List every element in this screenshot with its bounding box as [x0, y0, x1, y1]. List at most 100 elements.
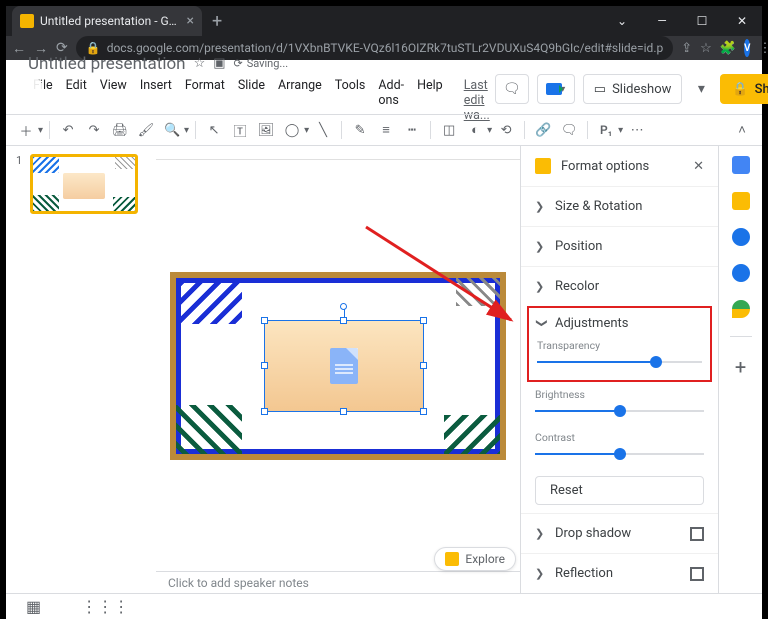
- doc-title[interactable]: Untitled presentation: [28, 54, 186, 74]
- transparency-slider[interactable]: [537, 354, 702, 370]
- chevron-right-icon: ❯: [535, 280, 545, 293]
- border-color-icon[interactable]: ✎: [348, 118, 372, 142]
- chevron-down-icon: ❯: [536, 319, 549, 329]
- slide-canvas[interactable]: [170, 272, 506, 460]
- slideshow-button[interactable]: ▭Slideshow: [583, 74, 683, 104]
- textbox-icon[interactable]: 🅃: [228, 118, 252, 142]
- filmstrip-view-icon[interactable]: ▦: [26, 597, 41, 616]
- comments-button[interactable]: 🗨: [495, 74, 529, 104]
- browser-titlebar: Untitled presentation - Google Sl × + ⌄ …: [6, 6, 762, 36]
- border-weight-icon[interactable]: ≡: [374, 118, 398, 142]
- contacts-icon[interactable]: [732, 264, 750, 282]
- shape-icon[interactable]: ◯: [280, 118, 304, 142]
- window-maximize-icon[interactable]: ☐: [682, 6, 722, 36]
- tasks-icon[interactable]: [732, 228, 750, 246]
- replace-image-icon[interactable]: ⟲: [494, 118, 518, 142]
- toolbar: ＋▾ ↶ ↷ 🖨 🖌 🔍▾ ↖ 🅃 🖼 ◯▾ ╲ ✎ ≡ ┅ ◫ ◐▾ ⟲ 🔗 …: [6, 114, 762, 146]
- explore-button[interactable]: Explore: [434, 547, 516, 571]
- resize-handle[interactable]: [420, 408, 427, 415]
- brightness-slider[interactable]: [535, 403, 704, 419]
- camera-icon: [546, 83, 562, 95]
- undo-icon[interactable]: ↶: [56, 118, 80, 142]
- transparency-label: Transparency: [537, 339, 702, 352]
- selected-image[interactable]: [264, 320, 424, 412]
- paint-format-icon[interactable]: 🖌: [134, 118, 158, 142]
- star-doc-icon[interactable]: ☆: [194, 56, 206, 71]
- extensions-icon[interactable]: 🧩: [720, 41, 736, 56]
- resize-handle[interactable]: [340, 317, 347, 324]
- resize-handle[interactable]: [420, 362, 427, 369]
- section-adjustments[interactable]: ❯Adjustments: [537, 316, 702, 331]
- chevron-right-icon: ❯: [535, 200, 545, 213]
- image-icon[interactable]: 🖼: [254, 118, 278, 142]
- profile-avatar[interactable]: V: [744, 39, 751, 57]
- grid-view-icon[interactable]: ⋮⋮⋮: [81, 597, 129, 616]
- redo-icon[interactable]: ↷: [82, 118, 106, 142]
- share-page-icon[interactable]: ⇪: [681, 41, 692, 56]
- kebab-menu-icon[interactable]: ⋮: [758, 41, 768, 56]
- share-button[interactable]: 🔒Share: [720, 74, 768, 104]
- move-doc-icon[interactable]: ▣: [213, 56, 225, 71]
- back-icon[interactable]: ←: [12, 40, 26, 57]
- resize-handle[interactable]: [261, 362, 268, 369]
- format-options-panel: Format options ✕ ❯Size & Rotation ❯Posit…: [520, 146, 718, 593]
- close-panel-icon[interactable]: ✕: [693, 159, 704, 174]
- saving-status: ⟳Saving...: [234, 57, 289, 70]
- tab-title: Untitled presentation - Google Sl: [40, 14, 181, 28]
- slides-favicon: [20, 14, 34, 28]
- reflection-checkbox[interactable]: [690, 567, 704, 581]
- new-slide-icon[interactable]: ＋: [14, 118, 38, 142]
- select-tool-icon[interactable]: ↖: [202, 118, 226, 142]
- speaker-notes[interactable]: Click to add speaker notes: [156, 571, 520, 593]
- print-icon[interactable]: 🖨: [108, 118, 132, 142]
- keep-icon[interactable]: [732, 192, 750, 210]
- explore-icon: [445, 552, 459, 566]
- collapse-toolbar-icon[interactable]: ˄: [730, 118, 754, 142]
- slideshow-dropdown[interactable]: ▾: [690, 74, 712, 104]
- section-size-rotation[interactable]: ❯Size & Rotation: [521, 186, 718, 226]
- lock-icon: 🔒: [732, 82, 748, 97]
- resize-handle[interactable]: [420, 317, 427, 324]
- brightness-label: Brightness: [535, 388, 704, 401]
- mask-icon[interactable]: ◐: [463, 118, 487, 142]
- section-position[interactable]: ❯Position: [521, 226, 718, 266]
- section-adjustments-highlighted: ❯Adjustments Transparency: [527, 306, 712, 382]
- more-tools-icon[interactable]: ⋯: [625, 118, 649, 142]
- browser-tab[interactable]: Untitled presentation - Google Sl ×: [12, 6, 202, 36]
- resize-handle[interactable]: [261, 408, 268, 415]
- comment-icon[interactable]: 🗨: [557, 118, 581, 142]
- border-dash-icon[interactable]: ┅: [400, 118, 424, 142]
- drop-shadow-checkbox[interactable]: [690, 527, 704, 541]
- close-tab-icon[interactable]: ×: [187, 13, 194, 29]
- slide-thumbnail-1[interactable]: [30, 154, 138, 214]
- paragraph-styles[interactable]: P₁: [594, 118, 618, 142]
- meet-button[interactable]: ▾: [537, 74, 575, 104]
- link-icon[interactable]: 🔗: [531, 118, 555, 142]
- reset-button[interactable]: Reset: [535, 476, 704, 505]
- format-options-icon: [535, 158, 551, 174]
- star-icon[interactable]: ☆: [700, 41, 712, 56]
- rotate-handle[interactable]: [340, 303, 347, 310]
- contrast-label: Contrast: [535, 431, 704, 444]
- maps-icon[interactable]: [732, 300, 750, 318]
- addons-plus-icon[interactable]: +: [735, 355, 746, 379]
- crop-icon[interactable]: ◫: [437, 118, 461, 142]
- bottom-bar: ▦ ⋮⋮⋮: [6, 593, 762, 619]
- window-close-icon[interactable]: ✕: [722, 6, 762, 36]
- section-recolor[interactable]: ❯Recolor: [521, 266, 718, 306]
- play-icon: ▭: [594, 82, 606, 97]
- thumb-number: 1: [16, 154, 22, 167]
- doc-placeholder-icon: [330, 348, 358, 384]
- section-reflection[interactable]: ❯Reflection: [521, 553, 718, 593]
- side-rail: +: [718, 146, 762, 593]
- calendar-icon[interactable]: [732, 156, 750, 174]
- line-icon[interactable]: ╲: [311, 118, 335, 142]
- zoom-icon[interactable]: 🔍: [160, 118, 184, 142]
- chevron-down-icon[interactable]: ⌄: [602, 6, 642, 36]
- resize-handle[interactable]: [340, 408, 347, 415]
- resize-handle[interactable]: [261, 317, 268, 324]
- new-tab-button[interactable]: +: [212, 11, 222, 32]
- window-minimize-icon[interactable]: ―: [642, 6, 682, 36]
- contrast-slider[interactable]: [535, 446, 704, 462]
- section-drop-shadow[interactable]: ❯Drop shadow: [521, 513, 718, 553]
